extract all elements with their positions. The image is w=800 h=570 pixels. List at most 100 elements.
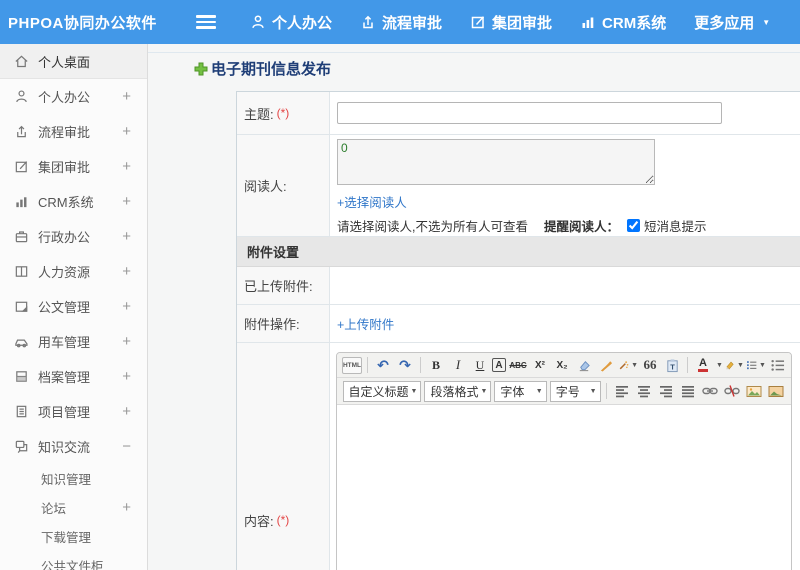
html-source-button[interactable]: HTML (342, 356, 362, 374)
person-icon (14, 89, 29, 104)
align-justify-button[interactable] (678, 381, 698, 401)
format-brush-button[interactable] (596, 355, 616, 375)
expand-plus[interactable]: + (122, 88, 131, 105)
sidebar-item-crm-system[interactable]: CRM系统 + (0, 184, 147, 219)
sidebar-item-vehicle-management[interactable]: 用车管理 + (0, 324, 147, 359)
caret-down-icon: ▼ (589, 387, 597, 395)
nav-label: CRM系统 (602, 14, 667, 32)
nav-label: 流程审批 (382, 14, 443, 32)
expand-plus[interactable]: + (122, 263, 131, 280)
highlight-color-button[interactable]: ▼ (724, 355, 744, 375)
app-logo[interactable]: PHPOA协同办公软件 (0, 12, 196, 33)
choose-readers-link[interactable]: +选择阅读人 (337, 192, 407, 211)
caret-down-icon: ▼ (737, 361, 744, 369)
nav-personal-office[interactable]: 个人办公 (250, 12, 332, 33)
insert-media-button[interactable] (766, 381, 786, 401)
sidebar-item-project-management[interactable]: 项目管理 + (0, 394, 147, 429)
paste-as-text-button[interactable]: T (662, 355, 682, 375)
insert-image-button[interactable] (744, 381, 764, 401)
expand-plus[interactable]: + (122, 193, 131, 210)
nav-label: 个人办公 (272, 14, 333, 32)
font-color-button[interactable]: A (693, 355, 713, 375)
sidebar-subitem-download-management[interactable]: 下载管理 (0, 522, 147, 551)
magic-wand-icon (619, 360, 629, 369)
expand-plus[interactable]: + (122, 499, 131, 516)
expand-plus[interactable]: + (122, 158, 131, 175)
bold-button[interactable]: B (426, 355, 446, 375)
subject-input[interactable] (337, 102, 722, 124)
auto-format-button[interactable]: ▼ (618, 355, 638, 375)
green-plus-icon (194, 62, 208, 75)
expand-plus[interactable]: + (122, 123, 131, 140)
expand-plus[interactable]: + (122, 298, 131, 315)
nav-workflow-approval[interactable]: 流程审批 (360, 12, 442, 33)
align-right-button[interactable] (656, 381, 676, 401)
insert-link-button[interactable] (700, 381, 720, 401)
sidebar-item-personal-desktop[interactable]: 个人桌面 (0, 44, 147, 79)
expand-plus[interactable]: + (122, 228, 131, 245)
sidebar-item-admin-office[interactable]: 行政办公 + (0, 219, 147, 254)
sidebar-item-group-approval[interactable]: 集团审批 + (0, 149, 147, 184)
collapse-minus[interactable]: − (122, 438, 131, 455)
sms-remind-checkbox[interactable] (627, 219, 640, 232)
undo-button[interactable]: ↶ (373, 355, 393, 375)
superscript-button[interactable]: X² (530, 355, 550, 375)
redo-button[interactable]: ↷ (395, 355, 415, 375)
publish-form: 主题: (*) 阅读人: 0 +选择阅读人 请选择阅读人,不选为所有人可查看 提… (236, 91, 800, 570)
sidebar-item-human-resources[interactable]: 人力资源 + (0, 254, 147, 289)
editor-content-area[interactable] (337, 405, 791, 570)
caret-down-icon: ▼ (716, 361, 723, 369)
paragraph-format-select[interactable]: 段落格式 ▼ (424, 380, 492, 402)
subscript-button[interactable]: X₂ (552, 355, 572, 375)
blockquote-button[interactable]: 66 (640, 355, 660, 375)
font-size-select[interactable]: 字号 ▼ (549, 380, 601, 402)
page-title: 电子期刊信息发布 (194, 58, 331, 79)
sidebar-item-archive-management[interactable]: 档案管理 + (0, 359, 147, 394)
form-row-subject: 主题: (*) (237, 92, 800, 135)
align-center-button[interactable] (634, 381, 654, 401)
expand-plus[interactable]: + (122, 403, 131, 420)
content-divider (148, 52, 800, 53)
sidebar-item-personal-office[interactable]: 个人办公 + (0, 79, 147, 114)
font-family-select[interactable]: 字体 ▼ (494, 380, 547, 402)
chart-icon (14, 194, 29, 209)
sidebar-subitem-forum[interactable]: 论坛 + (0, 493, 147, 522)
subject-label: 主题: (244, 106, 274, 122)
hamburger-menu-icon[interactable] (196, 15, 216, 29)
custom-heading-select[interactable]: 自定义标题 ▼ (342, 380, 422, 402)
sidebar-item-document-management[interactable]: 公文管理 + (0, 289, 147, 324)
nav-crm-system[interactable]: CRM系统 (580, 12, 666, 33)
remove-link-button[interactable] (722, 381, 742, 401)
font-style-button[interactable]: A (492, 358, 506, 372)
align-center-icon (638, 385, 650, 397)
form-row-readers: 阅读人: 0 +选择阅读人 请选择阅读人,不选为所有人可查看 提醒阅读人： 短消… (237, 135, 800, 237)
sidebar-subitem-knowledge-management[interactable]: 知识管理 (0, 464, 147, 493)
ordered-list-button[interactable]: ▼ (746, 355, 766, 375)
nav-group-approval[interactable]: 集团审批 (470, 12, 552, 33)
upload-attachment-link[interactable]: +上传附件 (337, 314, 394, 333)
expand-plus[interactable]: + (122, 333, 131, 350)
align-left-button[interactable] (612, 381, 632, 401)
clipboard-text-icon: T (666, 358, 678, 372)
italic-button[interactable]: I (448, 355, 468, 375)
strikethrough-button[interactable]: ABC (508, 355, 528, 375)
caret-down-icon: ▼ (759, 361, 766, 369)
nav-more-apps[interactable]: 更多应用 ▼ (694, 12, 770, 33)
chart-icon (580, 14, 596, 30)
edit-icon (14, 159, 29, 174)
required-mark: (*) (276, 513, 290, 527)
underline-button[interactable]: U (470, 355, 490, 375)
readers-textarea[interactable]: 0 (337, 139, 655, 185)
image-icon (746, 385, 762, 397)
sidebar-item-workflow-approval[interactable]: 流程审批 + (0, 114, 147, 149)
unordered-list-icon (771, 359, 785, 371)
expand-plus[interactable]: + (122, 368, 131, 385)
sidebar-item-knowledge-exchange[interactable]: 知识交流 − (0, 429, 147, 464)
unlink-icon (724, 385, 740, 397)
remove-format-button[interactable] (574, 355, 594, 375)
form-row-uploaded-attachments: 已上传附件: (237, 267, 800, 305)
caret-down-icon: ▼ (480, 387, 488, 395)
sidebar-subitem-public-file-cabinet[interactable]: 公共文件柜 (0, 551, 147, 570)
unordered-list-button[interactable] (768, 355, 788, 375)
form-row-content: 内容: (*) HTML ↶ ↷ B I U A ABC X² X₂ ▼ 66 … (237, 343, 800, 570)
